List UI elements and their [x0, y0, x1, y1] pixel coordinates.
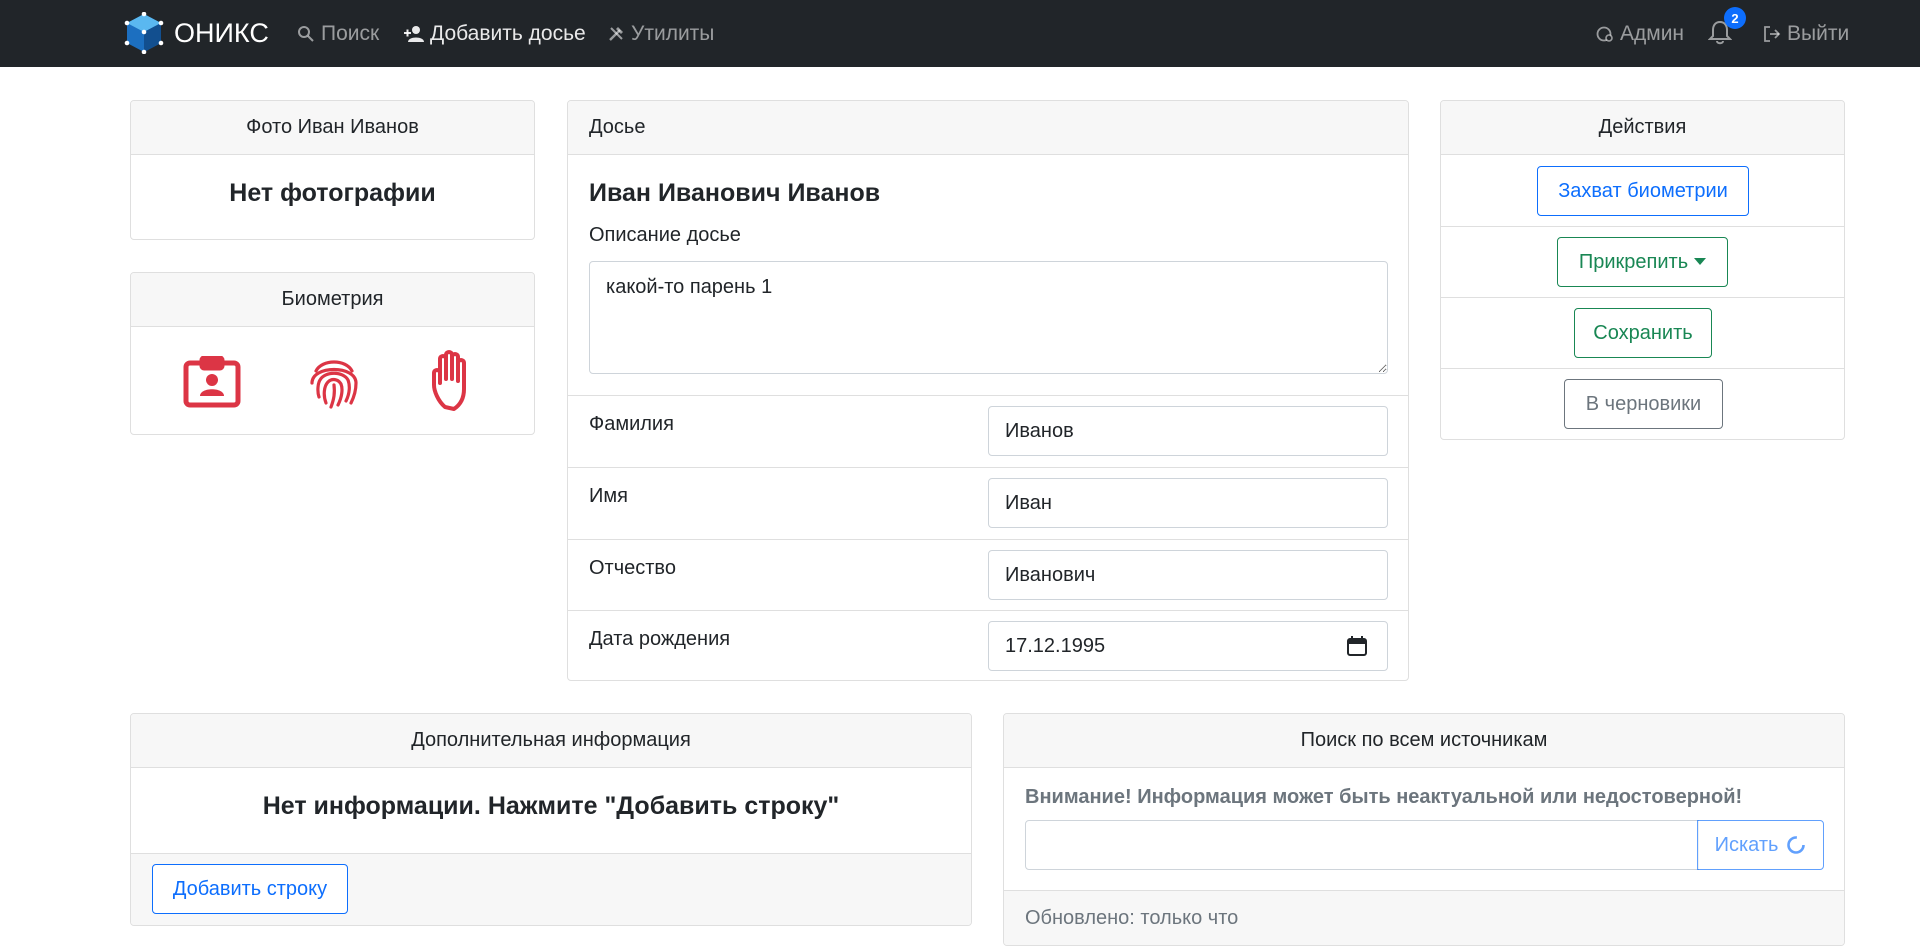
nav-search-label: Поиск: [321, 22, 380, 45]
actions-card: Действия Захват биометрии Прикрепить Сох…: [1440, 100, 1845, 440]
nav-add-dossier-link[interactable]: Добавить досье: [404, 19, 586, 49]
calendar-icon[interactable]: [1347, 636, 1367, 656]
patronymic-label: Отчество: [589, 557, 676, 579]
search-warning-text: Внимание! Информация может быть неактуал…: [1025, 786, 1743, 808]
top-navbar: ОНИКС Поиск Добавить досье Утилиты Админ…: [0, 0, 1920, 67]
dossier-card-title: Досье: [568, 101, 1408, 155]
patronymic-input[interactable]: Иванович: [988, 550, 1388, 600]
divider: [568, 467, 1408, 468]
search-icon: [298, 26, 314, 42]
nav-add-dossier-label: Добавить досье: [430, 22, 586, 45]
spinner-icon: [1787, 836, 1806, 854]
caret-down-icon: [1694, 258, 1707, 265]
brand-logo[interactable]: ОНИКС: [124, 11, 269, 55]
divider: [568, 539, 1408, 540]
divider: [568, 395, 1408, 396]
person-plus-icon: [404, 26, 424, 42]
no-photo-text: Нет фотографии: [229, 179, 436, 207]
birth-date-value: 17.12.1995: [1005, 634, 1106, 657]
save-button[interactable]: Сохранить: [1574, 308, 1712, 358]
brand-name: ОНИКС: [174, 17, 269, 48]
last-name-label: Фамилия: [589, 413, 674, 435]
description-textarea[interactable]: какой-то парень 1: [589, 261, 1388, 374]
nav-admin-label: Админ: [1620, 22, 1685, 45]
attach-label: Прикрепить: [1578, 250, 1689, 273]
extra-info-card-title: Дополнительная информация: [131, 714, 971, 768]
no-info-text: Нет информации. Нажмите "Добавить строку…: [262, 792, 840, 820]
dossier-card: Досье Иван Иванович Иванов Описание дось…: [567, 100, 1409, 681]
dossier-full-name: Иван Иванович Иванов: [589, 179, 881, 207]
first-name-label: Имя: [589, 485, 628, 507]
to-drafts-button[interactable]: В черновики: [1564, 379, 1723, 429]
cube-logo-icon: [124, 12, 164, 54]
first-name-input[interactable]: Иван: [988, 478, 1388, 528]
search-submit-button[interactable]: Искать: [1697, 820, 1824, 870]
tools-icon: [609, 27, 623, 41]
add-row-button[interactable]: Добавить строку: [152, 864, 348, 914]
nav-logout-link[interactable]: Выйти: [1763, 19, 1849, 49]
person-badge-icon[interactable]: [183, 356, 241, 408]
actions-card-title: Действия: [1441, 101, 1844, 155]
biometry-card: Биометрия: [130, 272, 535, 435]
updated-status-text: Обновлено: только что: [1025, 907, 1239, 929]
divider: [1441, 226, 1844, 227]
notifications-badge: 2: [1724, 7, 1746, 29]
last-name-input[interactable]: Иванов: [988, 406, 1388, 456]
search-card: Поиск по всем источникам Внимание! Инфор…: [1003, 713, 1845, 946]
logout-icon: [1764, 26, 1781, 42]
search-card-title: Поиск по всем источникам: [1004, 714, 1844, 768]
nav-logout-label: Выйти: [1787, 22, 1850, 45]
biometry-card-title: Биометрия: [131, 273, 534, 327]
search-query-input[interactable]: [1025, 820, 1699, 870]
divider: [1441, 297, 1844, 298]
nav-search-link[interactable]: Поиск: [297, 19, 379, 49]
fingerprint-icon[interactable]: [308, 353, 360, 411]
birth-date-input[interactable]: 17.12.1995: [988, 621, 1388, 671]
hand-palm-icon[interactable]: [430, 349, 480, 415]
attach-dropdown-button[interactable]: Прикрепить: [1557, 237, 1728, 287]
nav-admin-link[interactable]: Админ: [1596, 19, 1684, 49]
divider: [568, 610, 1408, 611]
nav-utilities-link[interactable]: Утилиты: [607, 19, 714, 49]
extra-info-card: Дополнительная информация Нет информации…: [130, 713, 972, 926]
user-gear-icon: [1596, 26, 1613, 42]
capture-biometry-button[interactable]: Захват биометрии: [1537, 166, 1749, 216]
divider: [1441, 368, 1844, 369]
photo-card-title: Фото Иван Иванов: [131, 101, 534, 155]
search-submit-label: Искать: [1714, 833, 1779, 856]
birth-date-label: Дата рождения: [589, 628, 731, 650]
description-label: Описание досье: [589, 224, 741, 246]
photo-card: Фото Иван Иванов Нет фотографии: [130, 100, 535, 240]
nav-utilities-label: Утилиты: [631, 22, 715, 45]
